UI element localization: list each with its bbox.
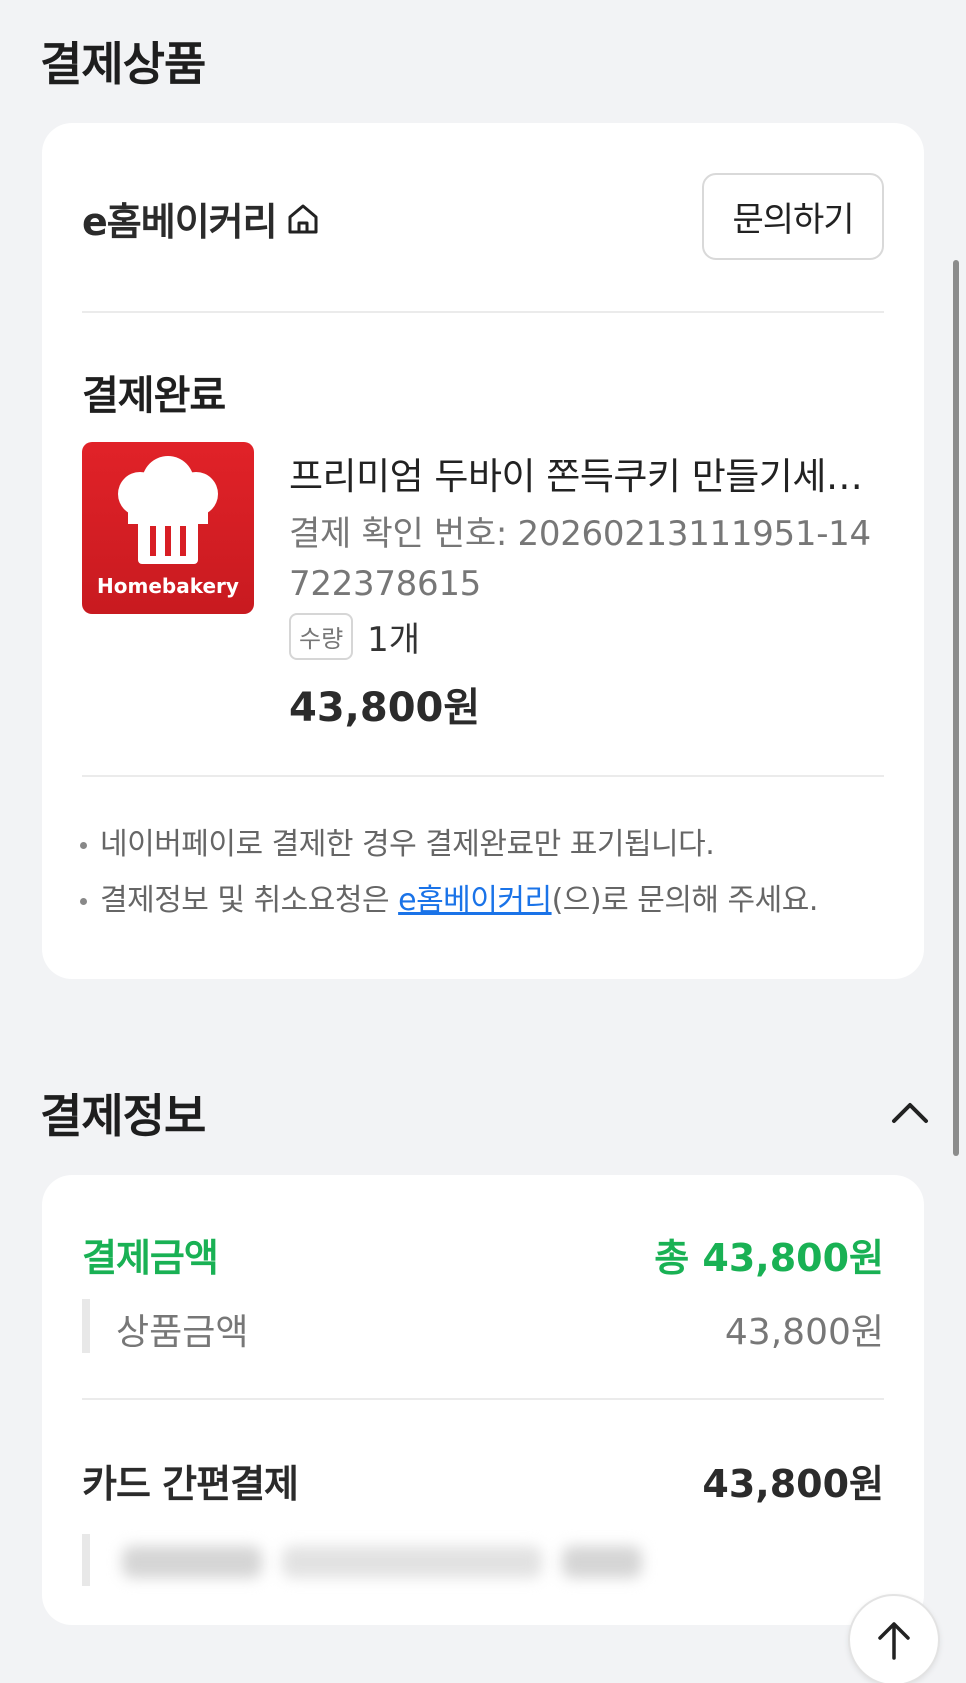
note-item: 네이버페이로 결제한 경우 결제완료만 표기됩니다. — [78, 826, 818, 864]
payment-method-label: 카드 간편결제 — [82, 1462, 299, 1506]
subtotal-row: 상품금액 43,800원 — [82, 1299, 884, 1353]
notes-list: 네이버페이로 결제한 경우 결제완료만 표기됩니다. 결제정보 및 취소요청은 … — [78, 826, 818, 938]
payment-card: 결제금액 총 43,800원 상품금액 43,800원 카드 간편결제 43,8… — [42, 1175, 924, 1625]
seller-name[interactable]: e홈베이커리 — [82, 191, 278, 246]
seller-row[interactable]: e홈베이커리 — [82, 191, 321, 246]
indent-bar — [82, 1299, 90, 1353]
product-thumbnail[interactable]: Homebakery — [82, 442, 254, 614]
order-detail-page: 결제상품 e홈베이커리 문의하기 결제완료 Homebakery 프리미엄 두바… — [0, 0, 966, 1683]
product-price: 43,800원 — [289, 685, 481, 731]
product-card: e홈베이커리 문의하기 결제완료 Homebakery 프리미엄 두바이 쫀득쿠… — [42, 123, 924, 979]
product-section-title: 결제상품 — [40, 37, 206, 91]
product-name[interactable]: 프리미엄 두바이 쫀득쿠키 만들기세트… — [289, 446, 889, 500]
quantity-value: 1개 — [367, 620, 421, 660]
quantity-row: 수량 1개 — [289, 612, 420, 661]
masked-text — [122, 1546, 262, 1578]
seller-link[interactable]: e홈베이커리 — [398, 883, 552, 918]
masked-text — [562, 1546, 642, 1578]
home-icon[interactable] — [285, 201, 321, 237]
confirmation-number: 결제 확인 번호: 20260213111951-14722378615 — [289, 514, 871, 604]
inquiry-button[interactable]: 문의하기 — [702, 173, 884, 260]
masked-text — [282, 1546, 542, 1578]
thumbnail-brand-text: Homebakery — [97, 574, 239, 598]
payment-section-title: 결제정보 — [40, 1089, 206, 1143]
chevron-up-icon[interactable] — [890, 1093, 930, 1133]
scrollbar[interactable] — [953, 260, 959, 1156]
indent-bar — [82, 1534, 90, 1586]
divider — [82, 1398, 884, 1400]
subtotal-value: 43,800원 — [724, 1312, 884, 1353]
subtotal-label: 상품금액 — [116, 1312, 249, 1353]
payment-method-value: 43,800원 — [702, 1462, 884, 1506]
note-text: 네이버페이로 결제한 경우 결제완료만 표기됩니다. — [100, 827, 715, 862]
order-status: 결제완료 — [82, 373, 226, 419]
masked-card-info — [82, 1530, 642, 1590]
payment-total-label: 결제금액 — [82, 1236, 219, 1280]
note-text: (으)로 문의해 주세요. — [551, 883, 819, 918]
scroll-top-button[interactable] — [848, 1594, 940, 1683]
arrow-up-icon — [878, 1622, 910, 1660]
payment-total-value: 총 43,800원 — [654, 1236, 884, 1280]
quantity-badge: 수량 — [289, 613, 354, 660]
divider — [82, 775, 884, 777]
note-item: 결제정보 및 취소요청은 e홈베이커리(으)로 문의해 주세요. — [78, 882, 818, 920]
divider — [82, 311, 884, 313]
note-text: 결제정보 및 취소요청은 — [100, 883, 399, 918]
